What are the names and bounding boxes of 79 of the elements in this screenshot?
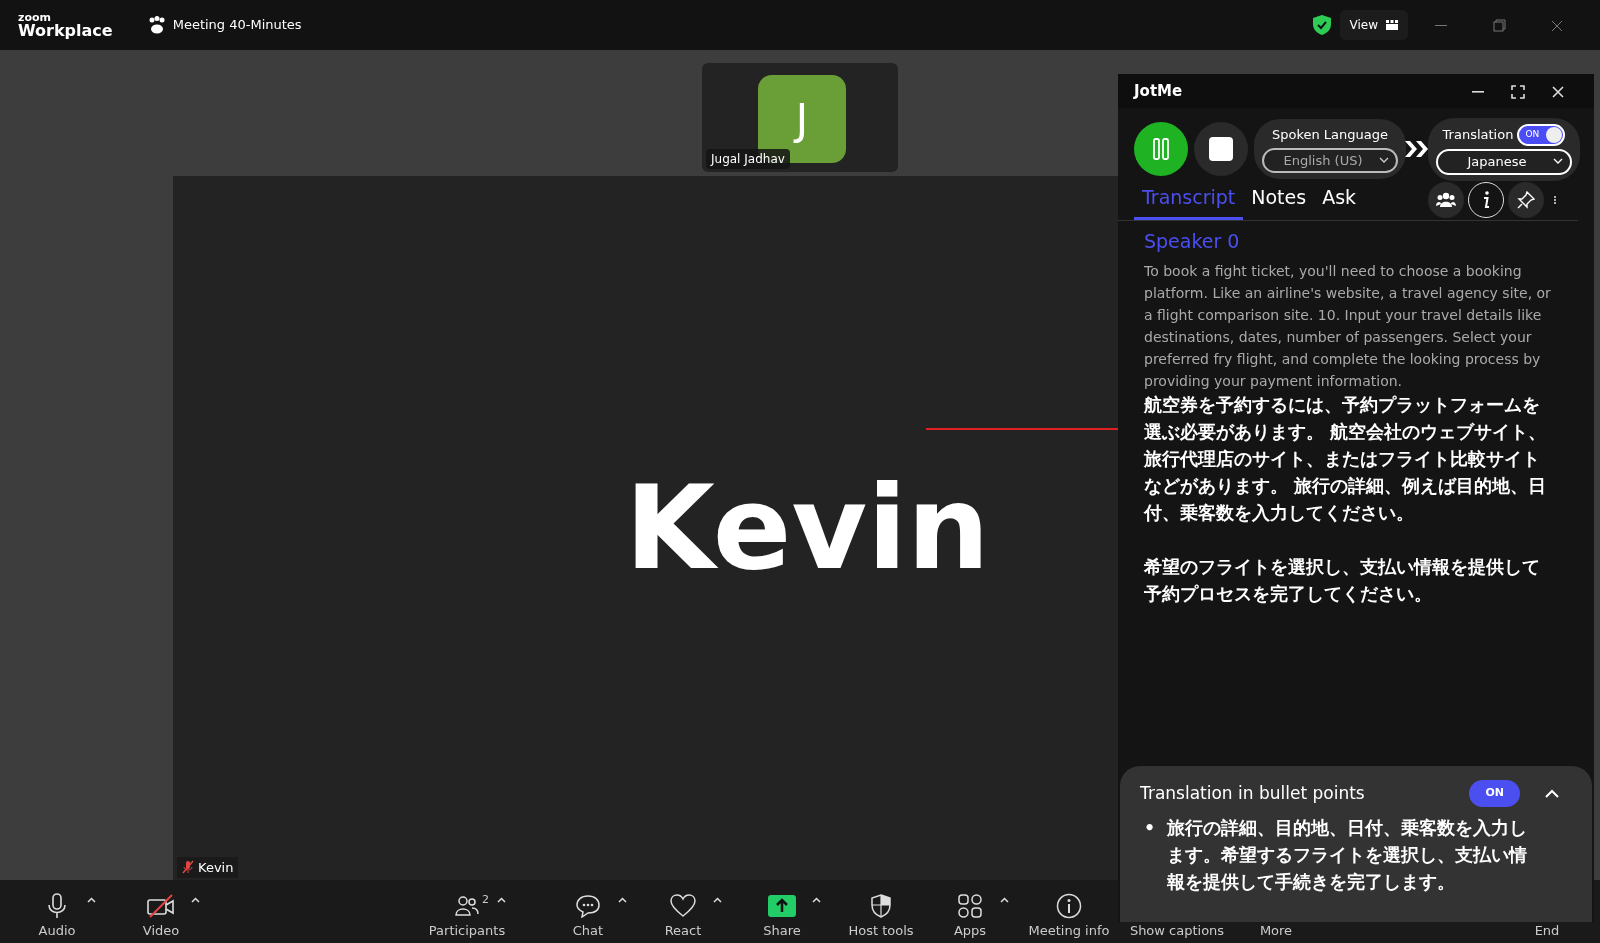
field-label: Spoken Language — [1271, 126, 1389, 145]
participants-icon — [455, 895, 479, 917]
info-icon — [1482, 191, 1490, 210]
stop-icon — [1209, 137, 1233, 162]
people-icon — [1436, 192, 1456, 209]
toolbar-button[interactable]: React — [664, 893, 702, 939]
toolbar-button[interactable]: End — [1534, 923, 1560, 939]
logo-text: zoom — [18, 11, 52, 23]
field-label: Translation — [1442, 126, 1514, 145]
translated-text: 希望のフライトを選択し、支払い情報を提供して予約プロセスを完了してください。 — [1144, 555, 1541, 606]
minimize-icon — [1435, 24, 1447, 27]
share-icon — [768, 895, 796, 917]
chevron-icon — [1545, 789, 1559, 799]
caret-button[interactable] — [713, 897, 722, 903]
tab[interactable]: Ask — [1314, 180, 1365, 220]
caret-button[interactable] — [618, 897, 627, 903]
translated-text: 航空券を予約するには、予約プラットフォームを選ぶ必要があります。 航空会社のウェブサイト、旅行代理店のサイト、またはフライト比較サイトなどがあります。 旅行の詳細、例えば目的地、日付、乗客数を入力してください。 — [1144, 393, 1548, 525]
language-dropdown[interactable]: Japanese — [1436, 149, 1572, 175]
minimize-icon — [1472, 90, 1484, 93]
double-chevron-icon — [1404, 140, 1430, 159]
caret-icon — [191, 897, 200, 903]
caret-button[interactable] — [87, 897, 96, 903]
caret-icon — [1000, 897, 1009, 903]
translation-toggle[interactable]: ON — [1517, 124, 1566, 146]
apps-icon — [957, 893, 983, 919]
pause-icon — [1153, 138, 1169, 161]
toolbar-button[interactable]: 2 Participants — [428, 893, 506, 939]
bullet-marker: • — [1144, 816, 1156, 840]
caret-icon — [87, 897, 96, 903]
transcript-text: To book a fight ticket, you'll need to choose a booking platform. Like an airline's website, a travel agency site, or a flight comparison site. 10. Input your travel details like destinations, dates, number of passengers. Select your preferred fry flight, and complete the looking process by providing your payment information. — [1144, 261, 1552, 391]
close-icon — [1551, 19, 1563, 32]
pause-button[interactable] — [1134, 122, 1188, 177]
participants-button[interactable] — [1428, 182, 1464, 219]
participant-name-large: Kevin — [625, 470, 990, 586]
toolbar-button[interactable]: More — [1259, 923, 1293, 939]
toggle-button[interactable]: ON — [1469, 780, 1520, 807]
panel-title: JotMe — [1134, 80, 1183, 102]
caret-button[interactable] — [1000, 897, 1009, 903]
caret-button[interactable] — [812, 897, 821, 903]
tab[interactable]: Notes — [1243, 180, 1315, 220]
pin-button[interactable] — [1508, 182, 1544, 219]
toolbar-button[interactable]: Apps — [953, 893, 987, 939]
participant-name: Jugal Jadhav — [706, 149, 790, 169]
toolbar-button[interactable]: Video — [142, 893, 180, 939]
video-off-icon — [146, 894, 176, 918]
caret-icon — [618, 897, 627, 903]
toolbar-button[interactable]: Host tools — [848, 893, 914, 939]
chat-icon — [575, 894, 601, 918]
grid-icon — [1386, 20, 1398, 30]
close-icon — [1552, 85, 1564, 98]
caret-button[interactable] — [191, 897, 200, 903]
toolbar-button[interactable]: Show captions — [1129, 923, 1225, 939]
heart-icon — [669, 894, 697, 918]
caret-icon — [497, 897, 506, 903]
caret-icon — [812, 897, 821, 903]
pin-icon — [1517, 191, 1535, 210]
meeting-title: Meeting 40-Minutes — [172, 16, 302, 35]
info-icon — [1056, 893, 1082, 919]
view-button[interactable]: View — [1339, 10, 1408, 40]
restore-icon — [1492, 19, 1506, 32]
participant-count: 2 — [482, 893, 489, 906]
chevron-down-icon — [1379, 156, 1389, 163]
bullet-text: 旅行の詳細、目的地、日付、乗客数を入力します。希望するフライトを選択し、支払い情報を提供して手続きを完了します。 — [1167, 816, 1529, 894]
toolbar-button[interactable]: Share — [763, 893, 801, 939]
participant-name: Kevin — [198, 858, 234, 877]
toolbar-button[interactable]: Audio — [38, 893, 76, 939]
microphone-icon — [48, 893, 66, 919]
caret-icon — [713, 897, 722, 903]
panel-heading: Translation in bullet points — [1140, 781, 1365, 805]
caret-button[interactable] — [497, 897, 506, 903]
expand-icon — [1511, 84, 1525, 99]
shield-icon — [870, 894, 892, 918]
speaker-name: Speaker 0 — [1144, 229, 1241, 254]
logo-text: Workplace — [18, 22, 113, 39]
shield-check-icon — [1311, 14, 1332, 36]
chevron-down-icon — [1553, 158, 1563, 164]
language-dropdown[interactable]: English (US) — [1262, 147, 1398, 174]
toolbar-button[interactable]: Meeting info — [1028, 893, 1110, 939]
toolbar-button[interactable]: Chat — [572, 893, 604, 939]
